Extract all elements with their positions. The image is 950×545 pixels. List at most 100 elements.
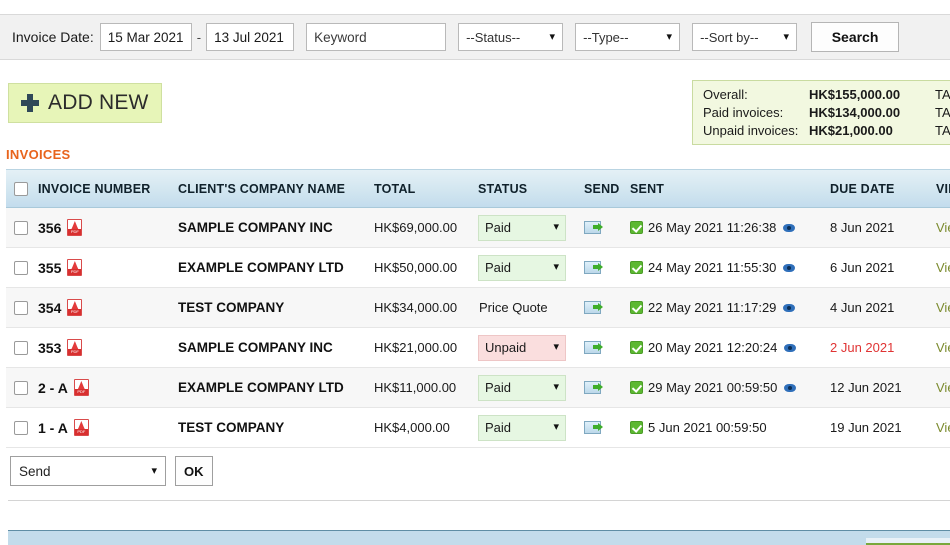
send-cell[interactable] <box>584 368 630 407</box>
due-date: 6 Jun 2021 <box>830 260 895 275</box>
search-button[interactable]: Search <box>811 22 900 52</box>
view-cell[interactable]: View <box>936 248 950 287</box>
send-cell[interactable] <box>584 408 630 447</box>
total-amount: HK$11,000.00 <box>374 380 457 395</box>
table-row[interactable]: 355 EXAMPLE COMPANY LTD HK$50,000.00 Paid ▾ 2… <box>6 248 950 288</box>
sort-by-select[interactable]: --Sort by-- ▾ <box>692 23 798 51</box>
row-checkbox[interactable] <box>14 380 28 395</box>
status-cell[interactable]: Paid ▾ <box>478 368 584 407</box>
bulk-action-select[interactable]: Send ▾ <box>10 456 166 486</box>
invoice-number-cell[interactable]: 353 <box>38 328 178 367</box>
status-select[interactable]: Paid ▾ <box>478 374 566 401</box>
view-link[interactable]: View <box>936 220 950 235</box>
status-select[interactable]: Paid ▾ <box>478 214 566 241</box>
invoice-number-cell[interactable]: 356 <box>38 208 178 247</box>
view-cell[interactable]: View <box>936 328 950 367</box>
header-invoice-number[interactable]: INVOICE NUMBER <box>38 170 178 207</box>
row-checkbox[interactable] <box>14 300 28 315</box>
select-all-checkbox-cell[interactable] <box>6 170 38 207</box>
row-checkbox-cell[interactable] <box>6 208 38 247</box>
view-link[interactable]: View <box>936 420 950 435</box>
send-email-icon[interactable] <box>584 300 608 316</box>
header-status[interactable]: STATUS <box>478 170 584 207</box>
send-email-icon[interactable] <box>584 260 608 276</box>
keyword-input[interactable]: Keyword <box>306 23 447 51</box>
view-cell[interactable]: View <box>936 408 950 447</box>
add-new-button[interactable]: ADD NEW <box>8 83 162 123</box>
pdf-icon[interactable] <box>67 299 83 316</box>
status-cell[interactable]: Paid ▾ <box>478 208 584 247</box>
header-due-date[interactable]: DUE DATE <box>830 170 936 207</box>
view-link[interactable]: View <box>936 340 950 355</box>
status-filter-select[interactable]: --Status-- ▾ <box>458 23 564 51</box>
type-filter-select[interactable]: --Type-- ▾ <box>575 23 681 51</box>
eye-icon[interactable] <box>783 302 796 314</box>
table-row[interactable]: 353 SAMPLE COMPANY INC HK$21,000.00 Unpaid ▾… <box>6 328 950 368</box>
table-row[interactable]: 2 - A EXAMPLE COMPANY LTD HK$11,000.00 Paid… <box>6 368 950 408</box>
invoice-number-cell[interactable]: 354 <box>38 288 178 327</box>
invoice-number-cell[interactable]: 1 - A <box>38 408 178 447</box>
status-cell[interactable]: Price Quote <box>478 288 584 327</box>
row-checkbox-cell[interactable] <box>6 248 38 287</box>
table-row[interactable]: 1 - A TEST COMPANY HK$4,000.00 Paid ▾ 5 Jun 2… <box>6 408 950 448</box>
row-checkbox[interactable] <box>14 420 28 435</box>
table-row[interactable]: 356 SAMPLE COMPANY INC HK$69,000.00 Paid ▾ 26… <box>6 208 950 248</box>
total-cell: HK$69,000.00 <box>374 208 478 247</box>
row-checkbox[interactable] <box>14 340 28 355</box>
row-checkbox-cell[interactable] <box>6 408 38 447</box>
header-view[interactable]: VIEW <box>936 170 950 207</box>
send-email-icon[interactable] <box>584 340 608 356</box>
row-checkbox[interactable] <box>14 220 28 235</box>
bulk-action-ok-button[interactable]: OK <box>175 456 213 486</box>
status-select[interactable]: Paid ▾ <box>478 254 566 281</box>
status-select[interactable]: Paid ▾ <box>478 414 566 441</box>
header-company[interactable]: CLIENT'S COMPANY NAME <box>178 170 374 207</box>
send-cell[interactable] <box>584 248 630 287</box>
pdf-icon[interactable] <box>67 259 83 276</box>
eye-icon[interactable] <box>784 342 797 354</box>
view-cell[interactable]: View <box>936 368 950 407</box>
row-checkbox-cell[interactable] <box>6 288 38 327</box>
pdf-icon[interactable] <box>73 379 89 396</box>
total-cell: HK$21,000.00 <box>374 328 478 367</box>
pdf-icon[interactable] <box>73 419 89 436</box>
invoice-number-cell[interactable]: 355 <box>38 248 178 287</box>
status-cell[interactable]: Paid ▾ <box>478 248 584 287</box>
eye-icon[interactable] <box>783 262 796 274</box>
company-name: SAMPLE COMPANY INC <box>178 340 333 355</box>
row-checkbox-cell[interactable] <box>6 328 38 367</box>
row-checkbox-cell[interactable] <box>6 368 38 407</box>
status-cell[interactable]: Paid ▾ <box>478 408 584 447</box>
row-checkbox[interactable] <box>14 260 28 275</box>
table-body: 356 SAMPLE COMPANY INC HK$69,000.00 Paid ▾ 26… <box>6 208 950 448</box>
send-email-icon[interactable] <box>584 420 608 436</box>
header-send[interactable]: SEND <box>584 170 630 207</box>
chevron-down-icon: ▾ <box>549 30 556 43</box>
view-link[interactable]: View <box>936 260 950 275</box>
select-all-checkbox[interactable] <box>14 181 28 196</box>
pdf-icon[interactable] <box>67 219 83 236</box>
pdf-icon[interactable] <box>67 339 83 356</box>
status-select[interactable]: Unpaid ▾ <box>478 334 566 361</box>
eye-icon[interactable] <box>784 382 797 394</box>
summary-value: HK$155,000.00 <box>809 87 901 102</box>
invoice-number-cell[interactable]: 2 - A <box>38 368 178 407</box>
check-icon <box>630 221 643 234</box>
view-cell[interactable]: View <box>936 288 950 327</box>
send-cell[interactable] <box>584 208 630 247</box>
table-row[interactable]: 354 TEST COMPANY HK$34,000.00 Price Quote 22… <box>6 288 950 328</box>
send-email-icon[interactable] <box>584 220 608 236</box>
send-cell[interactable] <box>584 328 630 367</box>
date-to-input[interactable]: 13 Jul 2021 <box>206 23 295 51</box>
date-from-input[interactable]: 15 Mar 2021 <box>99 23 192 51</box>
view-link[interactable]: View <box>936 380 950 395</box>
status-cell[interactable]: Unpaid ▾ <box>478 328 584 367</box>
header-total[interactable]: TOTAL <box>374 170 478 207</box>
send-cell[interactable] <box>584 288 630 327</box>
header-sent[interactable]: SENT <box>630 170 830 207</box>
eye-icon[interactable] <box>783 222 796 234</box>
send-email-icon[interactable] <box>584 380 608 396</box>
view-cell[interactable]: View <box>936 208 950 247</box>
chevron-down-icon: ▾ <box>553 221 559 233</box>
view-link[interactable]: View <box>936 300 950 315</box>
